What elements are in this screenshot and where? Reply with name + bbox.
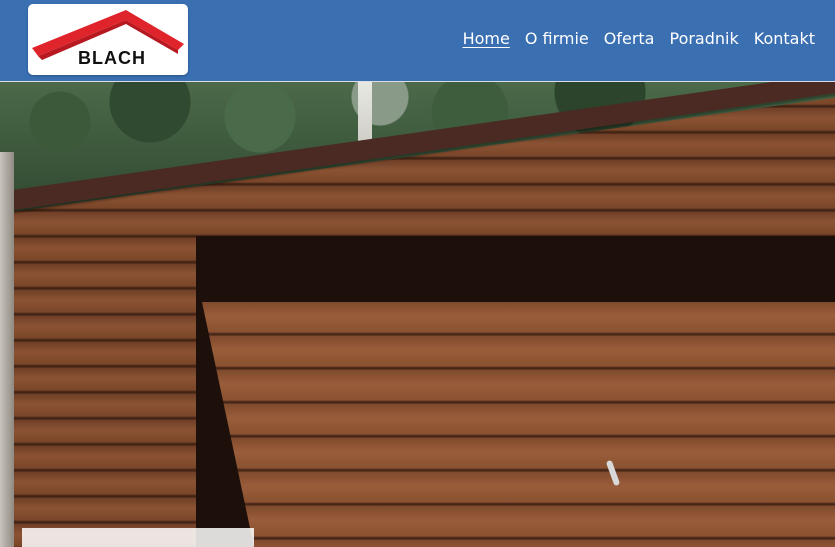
birch-trunk [358, 82, 372, 142]
nav-kontakt[interactable]: Kontakt [754, 28, 815, 50]
garage-door [202, 302, 835, 547]
logo-text-blach: BLACH [78, 48, 146, 68]
nav-poradnik[interactable]: Poradnik [669, 28, 738, 50]
hero-image [0, 82, 835, 547]
nav-home[interactable]: Home [463, 28, 510, 50]
nav-oferta[interactable]: Oferta [604, 28, 655, 50]
slider-caption-box [22, 528, 254, 547]
door-handle-icon [604, 460, 622, 488]
nav-o-firmie[interactable]: O firmie [525, 28, 589, 50]
site-header: PERFEKT BLACH Home O firmie Oferta Porad… [0, 0, 835, 82]
chimney-pipe [0, 152, 14, 547]
main-nav: Home O firmie Oferta Poradnik Kontakt [448, 28, 815, 50]
logo[interactable]: PERFEKT BLACH [28, 4, 188, 75]
